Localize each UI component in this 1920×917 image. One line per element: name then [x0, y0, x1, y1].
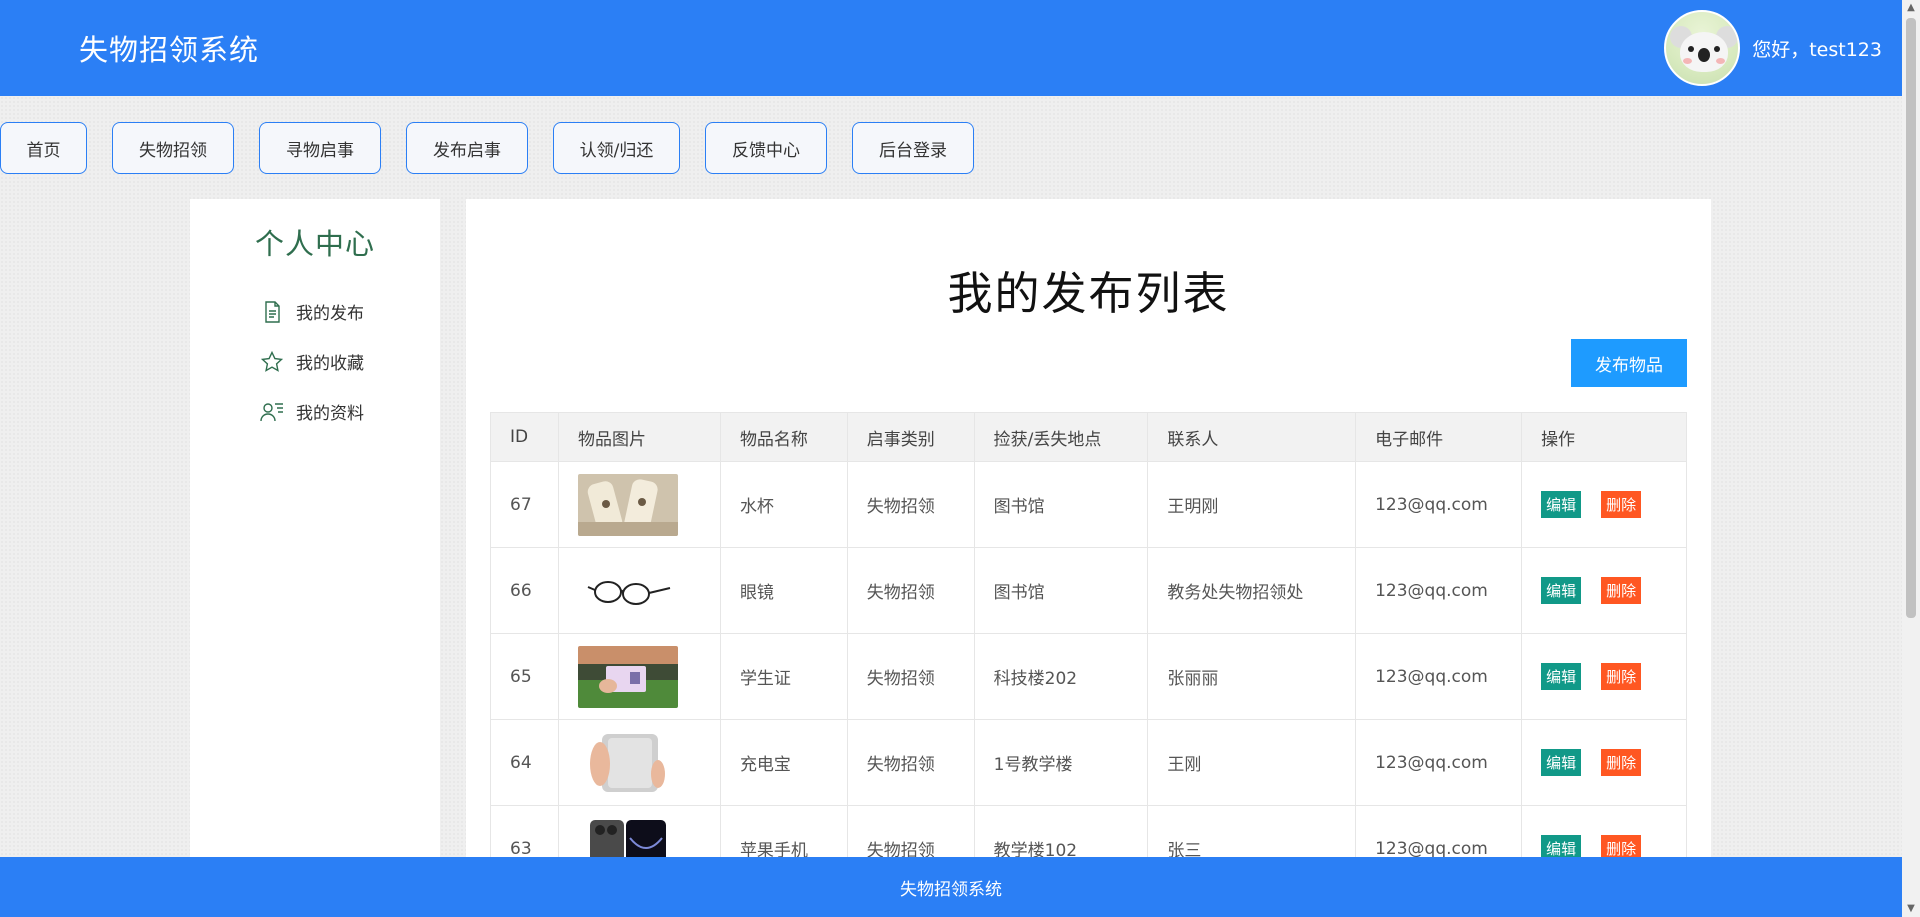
cell-id: 66	[490, 547, 559, 634]
sidebar-item-label: 我的发布	[296, 304, 364, 324]
column-header: 捡获/丢失地点	[973, 412, 1149, 462]
cell-contact: 王明刚	[1147, 461, 1357, 548]
cell-name: 学生证	[719, 633, 848, 720]
edit-button[interactable]: 编辑	[1541, 749, 1582, 776]
cell-location: 科技楼202	[973, 633, 1149, 720]
table-header-row: ID 物品图片 物品名称 启事类别 捡获/丢失地点 联系人 电子邮件 操作	[490, 412, 1687, 462]
avatar[interactable]	[1664, 10, 1741, 86]
user-card-icon	[260, 402, 283, 421]
cell-id: 64	[490, 719, 559, 806]
delete-button[interactable]: 删除	[1601, 749, 1642, 776]
posts-table: ID 物品图片 物品名称 启事类别 捡获/丢失地点 联系人 电子邮件 操作 67	[490, 412, 1687, 892]
nav-lost-found[interactable]: 失物招领	[112, 122, 234, 174]
scroll-thumb[interactable]	[1906, 18, 1916, 618]
cell-email: 123@qq.com	[1355, 461, 1523, 548]
cell-category: 失物招领	[846, 547, 975, 634]
table-row: 67 水杯 失物招领 图书馆 王明刚 123@qq.com 编辑 删除	[490, 461, 1687, 548]
cell-email: 123@qq.com	[1355, 633, 1523, 720]
cell-email: 123@qq.com	[1355, 719, 1523, 806]
footer: 失物招领系统	[0, 857, 1902, 917]
sidebar-item-my-posts[interactable]: 我的发布	[260, 299, 364, 324]
cell-category: 失物招领	[846, 633, 975, 720]
column-header: 联系人	[1147, 412, 1357, 462]
nav-admin-login[interactable]: 后台登录	[852, 122, 974, 174]
cell-image	[557, 633, 721, 720]
cell-category: 失物招领	[846, 719, 975, 806]
user-greeting: 您好，test123	[1752, 38, 1882, 61]
star-icon	[260, 350, 284, 372]
cell-contact: 王刚	[1147, 719, 1357, 806]
cell-image	[557, 719, 721, 806]
cell-location: 图书馆	[973, 547, 1149, 634]
user-info[interactable]: 您好，test123	[1664, 10, 1882, 86]
item-photo-student-card[interactable]	[577, 645, 678, 708]
cell-location: 图书馆	[973, 461, 1149, 548]
column-header: 启事类别	[846, 412, 975, 462]
page-scrollbar[interactable]: ▲ ▼	[1902, 0, 1920, 917]
delete-button[interactable]: 删除	[1601, 491, 1642, 518]
cell-actions: 编辑 删除	[1521, 719, 1687, 806]
cell-name: 充电宝	[719, 719, 848, 806]
sidebar-item-label: 我的资料	[296, 404, 364, 424]
table-row: 64 充电宝 失物招领 1号教学楼 王刚 123@qq.com 编辑 删除	[490, 719, 1687, 806]
item-photo-glasses[interactable]	[577, 559, 678, 622]
item-photo-power-bank[interactable]	[577, 731, 678, 794]
column-header: 物品图片	[557, 412, 721, 462]
column-header: 电子邮件	[1355, 412, 1523, 462]
table-row: 65 学生证 失物招领 科技楼202 张丽丽 123@qq.com 编辑 删除	[490, 633, 1687, 720]
table-row: 66 眼镜 失物招领 图书馆 教务处失物招领处 123@qq.com 编辑 删除	[490, 547, 1687, 634]
cell-name: 眼镜	[719, 547, 848, 634]
sidebar-item-my-favorites[interactable]: 我的收藏	[260, 349, 364, 374]
edit-button[interactable]: 编辑	[1541, 577, 1582, 604]
column-header: 操作	[1521, 412, 1687, 462]
nav-lost-notice[interactable]: 寻物启事	[259, 122, 381, 174]
sidebar-item-my-profile[interactable]: 我的资料	[260, 399, 364, 424]
footer-text: 失物招领系统	[900, 879, 1002, 900]
nav-claim-return[interactable]: 认领/归还	[553, 122, 680, 174]
cell-actions: 编辑 删除	[1521, 547, 1687, 634]
page-title: 我的发布列表	[947, 267, 1230, 320]
edit-button[interactable]: 编辑	[1541, 491, 1582, 518]
sidebar-item-label: 我的收藏	[296, 354, 364, 374]
cell-name: 水杯	[719, 461, 848, 548]
cell-category: 失物招领	[846, 461, 975, 548]
scroll-down-arrow-icon[interactable]: ▼	[1905, 903, 1917, 915]
cell-location: 1号教学楼	[973, 719, 1149, 806]
cell-image	[557, 461, 721, 548]
cell-actions: 编辑 删除	[1521, 633, 1687, 720]
publish-item-button[interactable]: 发布物品	[1571, 339, 1687, 387]
edit-button[interactable]: 编辑	[1541, 663, 1582, 690]
cell-image	[557, 547, 721, 634]
nav-publish-notice[interactable]: 发布启事	[406, 122, 528, 174]
top-header: 失物招领系统 您好，test123	[0, 0, 1902, 96]
nav-home[interactable]: 首页	[0, 122, 87, 174]
cell-contact: 张丽丽	[1147, 633, 1357, 720]
sidebar-title: 个人中心	[254, 227, 375, 261]
delete-button[interactable]: 删除	[1601, 663, 1642, 690]
column-header: ID	[490, 412, 559, 462]
cell-contact: 教务处失物招领处	[1147, 547, 1357, 634]
delete-button[interactable]: 删除	[1601, 577, 1642, 604]
my-posts-panel: 我的发布列表 发布物品 ID 物品图片 物品名称 启事类别 捡获/丢失地点 联系…	[466, 199, 1711, 892]
nav-feedback[interactable]: 反馈中心	[705, 122, 827, 174]
cell-actions: 编辑 删除	[1521, 461, 1687, 548]
site-title: 失物招领系统	[79, 33, 260, 67]
item-photo-water-bottle[interactable]	[577, 473, 678, 536]
cell-id: 67	[490, 461, 559, 548]
scroll-up-arrow-icon[interactable]: ▲	[1905, 2, 1917, 14]
personal-center-sidebar: 个人中心 我的发布 我的收藏 我的资料	[190, 199, 440, 859]
cell-email: 123@qq.com	[1355, 547, 1523, 634]
cell-id: 65	[490, 633, 559, 720]
column-header: 物品名称	[719, 412, 848, 462]
document-icon	[265, 300, 280, 323]
